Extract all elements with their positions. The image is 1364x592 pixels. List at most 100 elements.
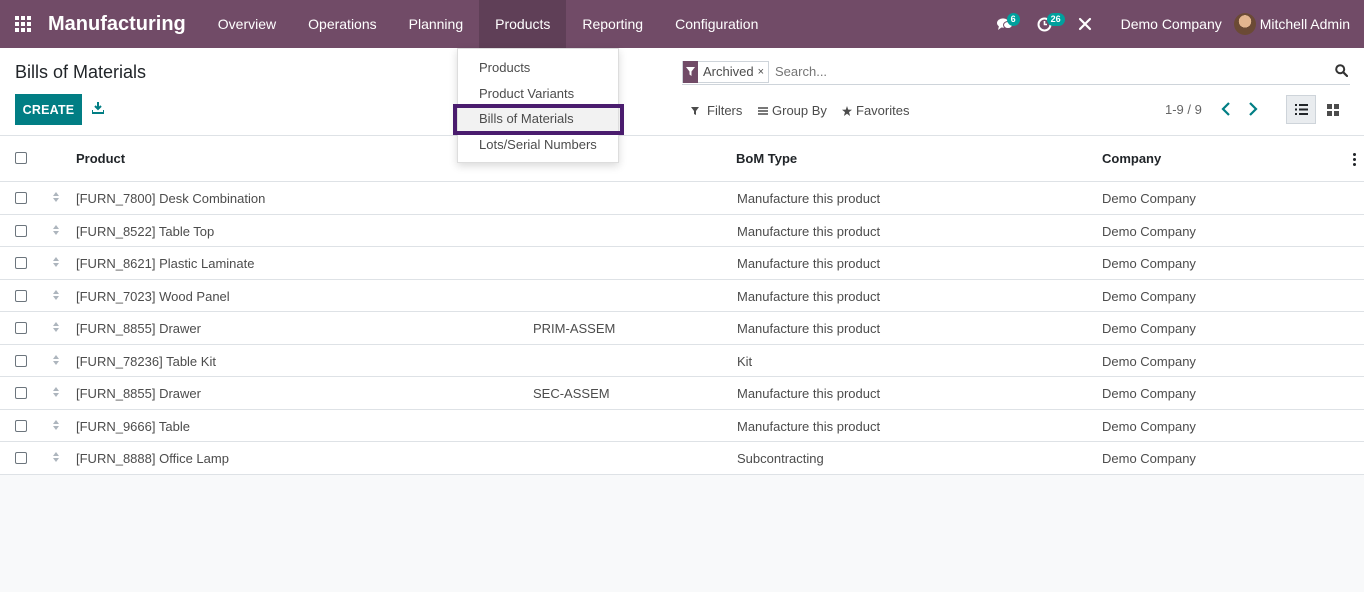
- debug-tools-button[interactable]: [1065, 0, 1105, 48]
- top-navbar: Manufacturing Overview Operations Planni…: [0, 0, 1364, 48]
- row-checkbox[interactable]: [15, 387, 27, 399]
- list-view-button[interactable]: [1286, 95, 1316, 124]
- highlight-box: [453, 104, 624, 135]
- cell-company: Demo Company: [1102, 451, 1196, 466]
- table-row[interactable]: [FURN_8621] Plastic Laminate Manufacture …: [0, 247, 1364, 280]
- menu-overview[interactable]: Overview: [202, 0, 292, 48]
- pager-value[interactable]: 1-9 / 9: [1165, 102, 1202, 117]
- cell-bom-type: Manufacture this product: [737, 321, 881, 336]
- table-body: [FURN_7800] Desk Combination Manufacture …: [0, 182, 1364, 475]
- messages-badge: 6: [1006, 13, 1020, 26]
- row-checkbox[interactable]: [15, 354, 27, 367]
- optional-columns-icon[interactable]: [1353, 153, 1356, 166]
- cell-bom-type: Manufacture this product: [737, 191, 881, 206]
- cell-bom-type: Kit: [737, 353, 753, 369]
- cell-company: Demo Company: [1102, 223, 1196, 239]
- row-checkbox[interactable]: [15, 289, 27, 302]
- pager-previous-button[interactable]: [1219, 100, 1233, 123]
- activities-badge: 26: [1046, 13, 1065, 26]
- menu-products[interactable]: Products: [479, 0, 567, 48]
- create-button[interactable]: CREATE: [15, 94, 82, 125]
- menu-configuration[interactable]: Configuration: [659, 0, 774, 48]
- menu-planning[interactable]: Planning: [393, 0, 480, 48]
- column-header-company[interactable]: Company: [1102, 151, 1161, 166]
- filters-button[interactable]: Filters: [691, 103, 742, 118]
- drag-handle-icon[interactable]: [52, 289, 60, 300]
- filter-icon: [691, 106, 699, 115]
- cell-company: Demo Company: [1102, 191, 1196, 206]
- download-icon[interactable]: [91, 101, 105, 119]
- kanban-view-icon: [1327, 103, 1339, 116]
- list-view-icon: [1294, 104, 1308, 115]
- table-header: Product BoM Type Company: [0, 136, 1364, 182]
- table-row[interactable]: [FURN_9666] Table Manufacture this produc…: [0, 410, 1364, 442]
- app-brand[interactable]: Manufacturing: [46, 13, 186, 36]
- dropdown-item-products[interactable]: Products: [458, 55, 618, 81]
- row-checkbox[interactable]: [15, 224, 27, 237]
- drag-handle-icon[interactable]: [52, 387, 60, 397]
- groupby-button[interactable]: Group By: [758, 103, 827, 118]
- user-name: Mitchell Admin: [1259, 16, 1350, 32]
- row-checkbox[interactable]: [15, 452, 27, 464]
- dropdown-item-lots-serial-numbers[interactable]: Lots/Serial Numbers: [458, 132, 618, 158]
- pager-next-button[interactable]: [1246, 100, 1260, 123]
- cell-product: [FURN_8621] Plastic Laminate: [76, 256, 255, 271]
- drag-handle-icon[interactable]: [52, 452, 60, 462]
- cell-bom-type: Manufacture this product: [737, 223, 881, 239]
- drag-handle-icon[interactable]: [52, 322, 60, 332]
- row-checkbox[interactable]: [15, 257, 27, 269]
- row-checkbox[interactable]: [15, 192, 27, 204]
- search-icon[interactable]: [1335, 64, 1349, 82]
- cell-bom-type: Manufacture this product: [737, 386, 881, 401]
- drag-handle-icon[interactable]: [52, 354, 60, 365]
- cell-company: Demo Company: [1102, 418, 1196, 434]
- favorites-label: Favorites: [856, 103, 910, 118]
- user-menu[interactable]: Mitchell Admin: [1233, 13, 1364, 35]
- cell-product: [FURN_8522] Table Top: [76, 223, 215, 239]
- select-all-checkbox[interactable]: [15, 152, 27, 164]
- cell-product: [FURN_7800] Desk Combination: [76, 191, 266, 206]
- facet-value: Archived: [703, 64, 754, 79]
- cell-company: Demo Company: [1102, 353, 1196, 369]
- drag-handle-icon[interactable]: [52, 192, 60, 202]
- column-header-bom-type[interactable]: BoM Type: [736, 151, 797, 166]
- page-title: Bills of Materials: [15, 62, 147, 82]
- cell-product: [FURN_78236] Table Kit: [76, 353, 216, 369]
- company-switcher[interactable]: Demo Company: [1105, 16, 1234, 32]
- table-row[interactable]: [FURN_8888] Office Lamp Subcontracting Dem…: [0, 442, 1364, 475]
- favorites-button[interactable]: Favorites: [842, 103, 909, 118]
- cell-bom-type: Manufacture this product: [737, 288, 881, 304]
- filters-label: Filters: [707, 103, 743, 118]
- apps-menu-icon[interactable]: [0, 0, 46, 48]
- chevron-left-icon: [1221, 102, 1230, 116]
- table-row[interactable]: [FURN_7023] Wood Panel Manufacture this p…: [0, 280, 1364, 312]
- drag-handle-icon[interactable]: [52, 419, 60, 430]
- menu-reporting[interactable]: Reporting: [566, 0, 659, 48]
- row-checkbox[interactable]: [15, 419, 27, 432]
- list-lines-icon: [758, 106, 768, 115]
- table-row[interactable]: [FURN_7800] Desk Combination Manufacture …: [0, 182, 1364, 215]
- cell-company: Demo Company: [1102, 386, 1196, 401]
- table-row[interactable]: [FURN_8855] Drawer SEC-ASSEM Manufacture t…: [0, 377, 1364, 410]
- column-header-product[interactable]: Product: [76, 151, 125, 166]
- cell-company: Demo Company: [1102, 321, 1196, 336]
- table-row[interactable]: [FURN_78236] Table Kit Kit Demo Company: [0, 345, 1364, 377]
- search-input[interactable]: [775, 64, 1316, 79]
- table-row[interactable]: [FURN_8855] Drawer PRIM-ASSEM Manufacture …: [0, 312, 1364, 345]
- bom-list-table: Product BoM Type Company [FURN_7800] Des…: [0, 136, 1364, 475]
- messages-button[interactable]: 6: [985, 0, 1025, 48]
- menu-operations[interactable]: Operations: [292, 0, 392, 48]
- cell-reference: PRIM-ASSEM: [533, 321, 616, 336]
- drag-handle-icon[interactable]: [52, 257, 60, 267]
- filter-icon: [683, 60, 698, 83]
- groupby-label: Group By: [772, 103, 827, 118]
- control-panel: Bills of Materials CREATE Archived × Fil…: [0, 48, 1364, 136]
- table-row[interactable]: [FURN_8522] Table Top Manufacture this pr…: [0, 215, 1364, 247]
- facet-remove-icon[interactable]: ×: [758, 66, 768, 78]
- row-checkbox[interactable]: [15, 322, 27, 334]
- drag-handle-icon[interactable]: [52, 224, 60, 235]
- kanban-view-button[interactable]: [1318, 95, 1348, 124]
- activities-button[interactable]: 26: [1025, 0, 1065, 48]
- cell-bom-type: Manufacture this product: [737, 256, 881, 271]
- cell-product: [FURN_8855] Drawer: [76, 321, 201, 336]
